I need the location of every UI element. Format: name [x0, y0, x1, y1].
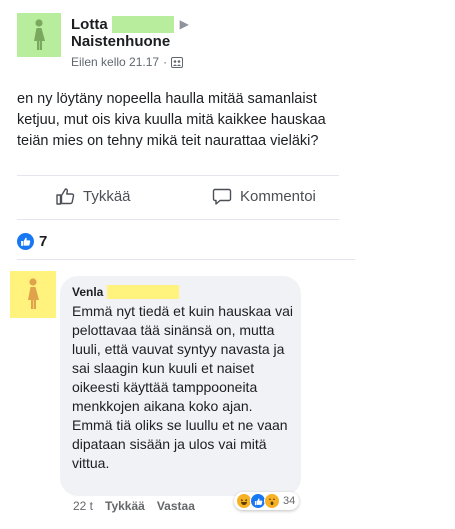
comment-icon [212, 188, 232, 205]
commenter-line: Venla [72, 285, 180, 299]
redacted-name [111, 15, 174, 33]
comment-label: Kommentoi [240, 187, 316, 205]
comment-actions: 22 t Tykkää Vastaa [73, 499, 195, 513]
like-button[interactable]: Tykkää [55, 186, 131, 206]
reaction-count: 7 [39, 233, 48, 250]
author-line: Lotta ▶ [71, 13, 189, 35]
post-timestamp[interactable]: Eilen kello 21.17 [71, 55, 159, 69]
commenter-avatar[interactable] [10, 271, 56, 318]
wow-icon [264, 493, 280, 509]
comment-bubble: Venla Emmä nyt tiedä et kuin hauskaa vai… [60, 276, 301, 496]
like-label: Tykkää [83, 187, 131, 205]
divider [17, 175, 339, 176]
female-person-icon [34, 19, 45, 50]
comment-like-button[interactable]: Tykkää [105, 499, 145, 513]
author-avatar[interactable] [17, 13, 61, 57]
thumbs-up-icon [56, 188, 75, 205]
divider [17, 219, 339, 220]
author-name[interactable]: Lotta [71, 16, 108, 33]
members-icon [171, 56, 184, 68]
post-header: Lotta ▶ Naistenhuone Eilen kello 21.17 · [17, 13, 437, 73]
post-reactions[interactable]: 7 [17, 233, 47, 250]
like-reaction-icon [17, 233, 34, 250]
redacted-name [107, 285, 180, 299]
meta-separator: · [163, 55, 168, 69]
arrow-right-icon: ▶ [179, 17, 189, 31]
comment-text: Emmä nyt tiedä et kuin hauskaa vai pelot… [72, 303, 294, 471]
divider [17, 259, 355, 260]
group-name[interactable]: Naistenhuone [71, 33, 170, 50]
post-text: en ny löytäny nopeella haulla mitää sama… [17, 91, 326, 149]
female-person-icon [27, 278, 39, 309]
post-meta: Eilen kello 21.17 · [71, 55, 184, 69]
comment-reply-button[interactable]: Vastaa [157, 499, 195, 513]
comment-reactions[interactable]: 34 [234, 492, 300, 510]
comment-time[interactable]: 22 t [73, 499, 93, 513]
commenter-name[interactable]: Venla [72, 285, 103, 299]
comment-button[interactable]: Kommentoi [212, 186, 316, 206]
comment-reaction-count: 34 [283, 495, 296, 507]
